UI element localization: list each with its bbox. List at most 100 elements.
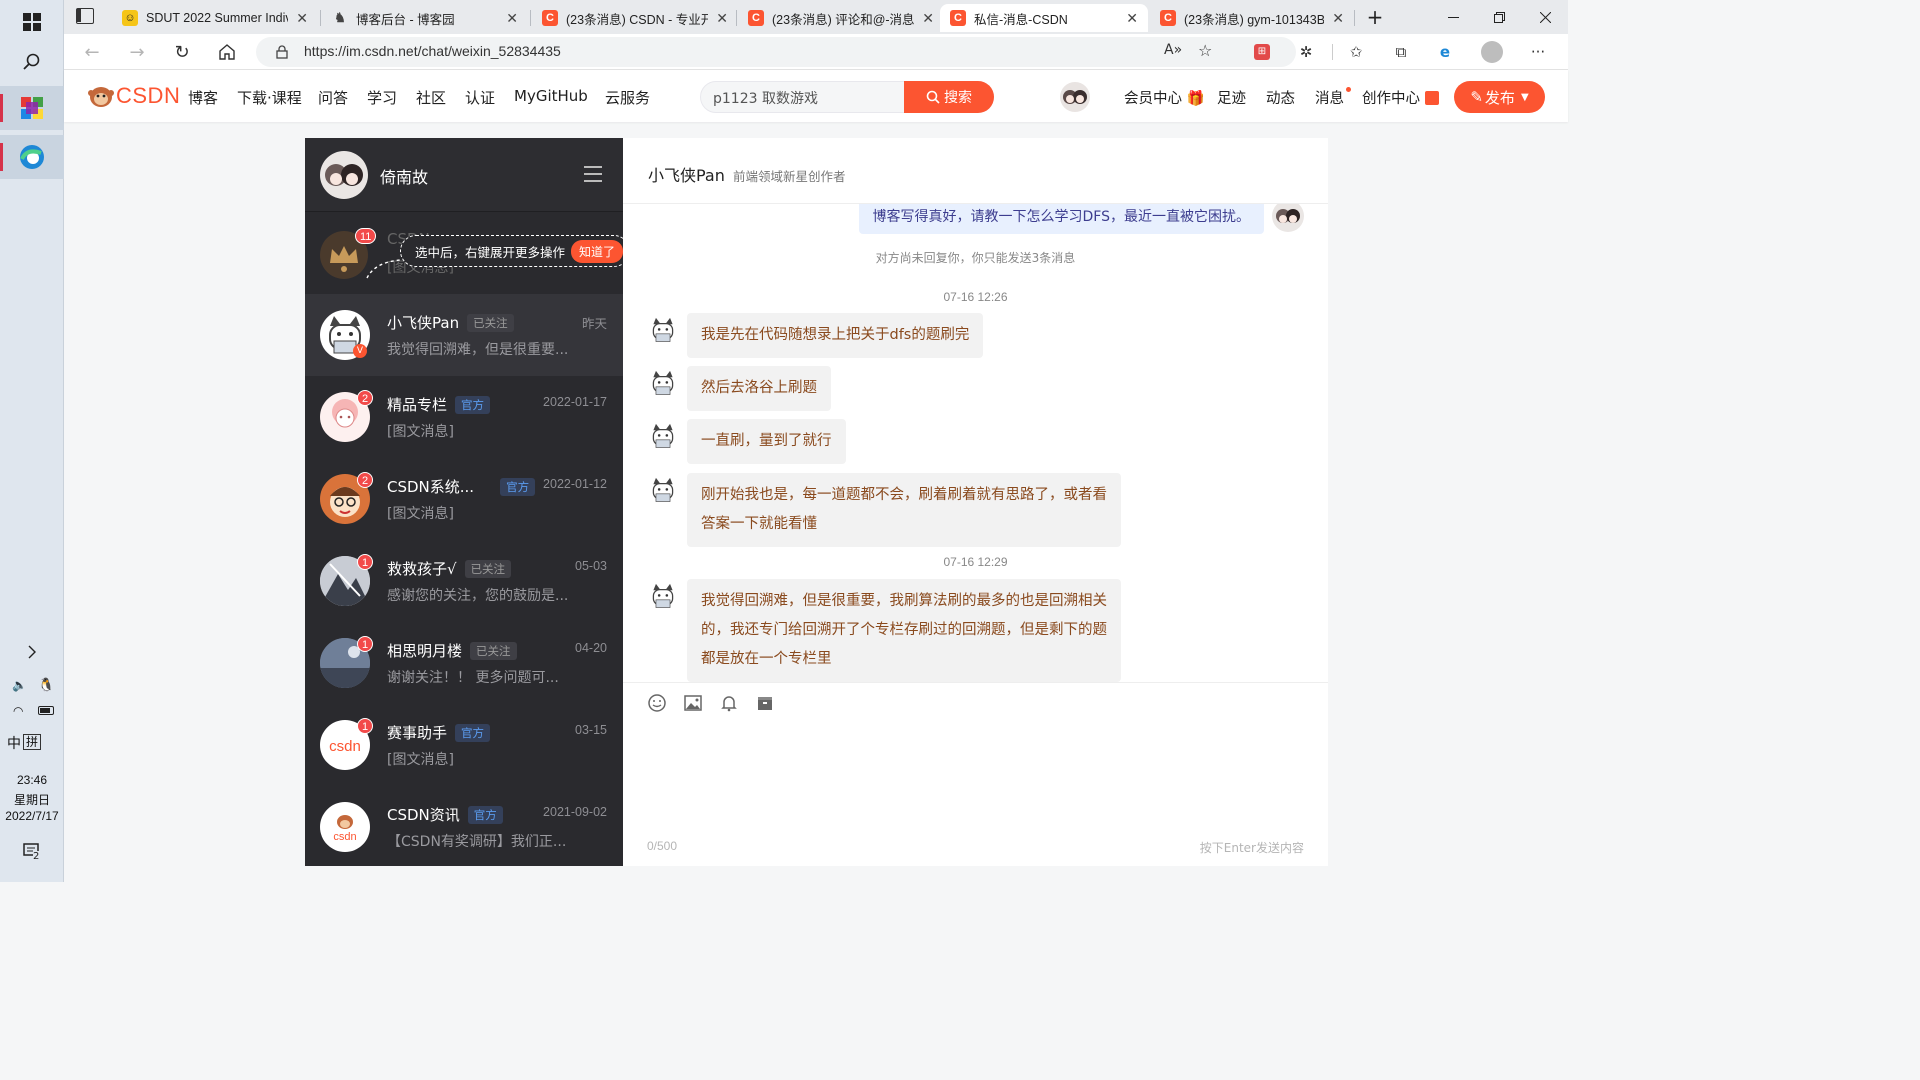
conversation-name-text: 小飞侠Pan (387, 314, 460, 332)
user-avatar[interactable] (1060, 82, 1090, 112)
profile-button[interactable] (1478, 39, 1506, 65)
nav-community[interactable]: 社区 (416, 87, 446, 108)
search-button[interactable]: 搜索 (904, 81, 994, 113)
taskbar-edge[interactable] (0, 135, 64, 179)
restore-button[interactable] (1476, 0, 1522, 34)
peer-avatar[interactable] (647, 580, 679, 612)
cat-avatar-icon (652, 423, 674, 448)
close-icon[interactable]: ✕ (922, 10, 934, 27)
collections-button[interactable]: ⧉ (1387, 39, 1415, 65)
my-avatar[interactable] (320, 151, 368, 199)
context-menu-tip: 选中后，右键展开更多操作 知道了 (400, 235, 631, 267)
bell-icon[interactable] (719, 693, 739, 713)
conversation-name-text: CSDN资讯 (387, 806, 460, 824)
csdn-mascot-icon (88, 87, 114, 107)
conversation-item[interactable]: 1 救救孩子√ 已关注 感谢您的关注，您的鼓励是... 05-03 (305, 540, 623, 622)
minimize-button[interactable] (1430, 0, 1476, 34)
browser-tab-1[interactable]: ☺ SDUT 2022 Summer Individual Contest ✕ (112, 4, 318, 32)
peer-avatar[interactable] (647, 474, 679, 506)
start-button[interactable] (0, 0, 64, 44)
extension-button[interactable]: ⊞ (1248, 39, 1276, 65)
conversation-item[interactable]: csdn CSDN资讯 官方 【CSDN有奖调研】我们正... 2021-09-0… (305, 786, 623, 868)
forward-button[interactable]: → (121, 38, 153, 66)
follow-tag: 已关注 (467, 314, 514, 332)
extensions-button[interactable]: ✲ (1292, 39, 1320, 65)
tab-actions-button[interactable] (76, 8, 94, 24)
home-button[interactable] (211, 38, 243, 66)
image-icon[interactable] (683, 693, 703, 713)
activity-link[interactable]: 动态 (1266, 87, 1295, 108)
conversation-name-text: CSDN系统... (387, 478, 475, 496)
peer-name[interactable]: 小飞侠Pan (648, 162, 725, 186)
message-line: 的，我还专门给回溯开了个专栏存刷过的回溯题，但是剩下的题 (701, 622, 1107, 638)
read-aloud-icon[interactable]: A» (1164, 42, 1182, 58)
peer-avatar[interactable] (647, 367, 679, 399)
tip-ok-button[interactable]: 知道了 (571, 239, 624, 263)
gift-icon: 🎁 (1186, 91, 1205, 107)
new-tab-button[interactable]: + (1352, 0, 1398, 34)
sidebar-menu-button[interactable] (584, 166, 602, 187)
peer-avatar[interactable] (647, 420, 679, 452)
conversation-item[interactable]: csdn 1 赛事助手 官方 [图文消息] 03-15 (305, 704, 623, 786)
nav-qa[interactable]: 问答 (318, 87, 348, 108)
browser-tab-2[interactable]: ♞ 博客后台 - 博客园 ✕ (322, 4, 528, 32)
conversation-csdn-pinned[interactable]: 11 CSDN [图文消息] 选中后，右键展开更多操作 知道了 (305, 212, 631, 294)
vip-center-link[interactable]: 会员中心 🎁 (1124, 87, 1205, 108)
address-input[interactable]: https://im.csdn.net/chat/weixin_52834435… (256, 37, 1296, 67)
show-hidden-icons[interactable] (0, 640, 64, 664)
settings-menu-button[interactable]: ··· (1524, 39, 1552, 65)
favorites-button[interactable]: ✩ (1342, 39, 1370, 65)
refresh-button[interactable]: ↻ (166, 38, 198, 66)
qq-icon[interactable]: 🐧 (38, 678, 54, 693)
conversation-item[interactable]: V 小飞侠Pan 已关注 我觉得回溯难，但是很重要... 昨天 (305, 294, 623, 376)
clock-time[interactable]: 23:46 (0, 773, 64, 787)
conversation-date: 2022-01-17 (543, 395, 607, 409)
close-icon[interactable]: ✕ (506, 10, 518, 27)
nav-download-course[interactable]: 下载·课程 (237, 87, 302, 108)
back-button[interactable]: ← (76, 38, 108, 66)
nav-learn[interactable]: 学习 (367, 87, 397, 108)
unread-badge: 1 (357, 554, 374, 570)
emoji-icon[interactable] (647, 693, 667, 713)
close-icon[interactable]: ✕ (296, 10, 308, 27)
site-search[interactable]: p1123 取数游戏 搜索 (700, 81, 994, 113)
peer-avatar[interactable] (647, 314, 679, 346)
publish-button[interactable]: ✎ 发布 ▼ (1454, 81, 1545, 113)
smiley-favicon-icon: ☺ (122, 10, 138, 26)
close-window-button[interactable] (1522, 0, 1568, 34)
volume-icon[interactable]: 🔈 (12, 678, 27, 692)
battery-icon[interactable] (38, 706, 54, 715)
taskbar-search-button[interactable] (0, 40, 64, 84)
creator-center-link[interactable]: 创作中心 (1362, 87, 1439, 108)
close-icon[interactable]: ✕ (1332, 10, 1344, 27)
nav-mygithub[interactable]: MyGitHub (514, 87, 588, 105)
ime-layout[interactable]: 拼 (10, 733, 54, 750)
notification-center-button[interactable]: 2 (22, 842, 44, 864)
message-list[interactable]: 博客写得真好，请教一下怎么学习DFS，最近一直被它困扰。 对方尚未回复你，你只能… (623, 204, 1328, 682)
messages-link[interactable]: 消息 (1315, 87, 1344, 108)
package-icon[interactable] (755, 693, 775, 713)
browser-tab-4[interactable]: C (23条消息) 评论和@-消息-CSDN ✕ (738, 4, 944, 32)
conversation-preview: 谢谢关注！！ 更多问题可... (387, 670, 559, 686)
nav-certification[interactable]: 认证 (465, 87, 495, 108)
footprint-link[interactable]: 足迹 (1217, 87, 1246, 108)
csdn-logo[interactable]: CSDN (88, 83, 180, 109)
add-favorite-icon[interactable]: ☆ (1198, 41, 1212, 60)
taskbar-app-colorful[interactable] (0, 86, 64, 130)
close-icon[interactable]: ✕ (1126, 10, 1138, 27)
nav-blog[interactable]: 博客 (188, 87, 218, 108)
conversation-item[interactable]: 2 CSDN系统... 官方 [图文消息] 2022-01-12 (305, 458, 623, 540)
close-icon[interactable]: ✕ (716, 10, 728, 27)
browser-tab-6[interactable]: C (23条消息) gym-101343B ✕ (1150, 4, 1354, 32)
tip-text: 选中后，右键展开更多操作 (415, 244, 566, 260)
search-input[interactable]: p1123 取数游戏 (713, 88, 818, 108)
ie-mode-button[interactable]: e (1431, 39, 1459, 65)
browser-tab-5-active[interactable]: C 私信-消息-CSDN ✕ (940, 4, 1148, 32)
timestamp: 07-16 12:26 (943, 290, 1008, 304)
browser-tab-3[interactable]: C (23条消息) CSDN - 专业开发者社区 ✕ (532, 4, 738, 32)
caret-down-icon: ▼ (1520, 91, 1529, 103)
wifi-icon[interactable]: ◠ (13, 704, 23, 718)
nav-cloud[interactable]: 云服务 (605, 87, 650, 108)
conversation-item[interactable]: 1 相思明月楼 已关注 谢谢关注！！ 更多问题可... 04-20 (305, 622, 623, 704)
conversation-item[interactable]: 2 精品专栏 官方 [图文消息] 2022-01-17 (305, 376, 623, 458)
